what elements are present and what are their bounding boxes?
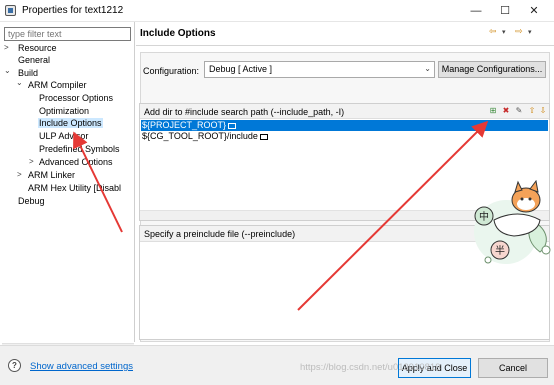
include-path-value: ${PROJECT_ROOT} xyxy=(142,120,227,130)
tree-item-label: ARM Linker xyxy=(28,170,76,180)
tree-item-debug[interactable]: Debug xyxy=(18,195,45,207)
chevron-down-icon: ⌄ xyxy=(424,64,431,73)
minimize-button[interactable]: — xyxy=(468,3,484,19)
configuration-select[interactable]: Debug [ Active ] ⌄ xyxy=(204,61,435,78)
configuration-value: Debug [ Active ] xyxy=(209,64,273,74)
back-icon[interactable]: ⇦ xyxy=(489,26,497,37)
tree-item-label: ARM Hex Utility [Disabl xyxy=(28,183,122,193)
tree-item-processor-options[interactable]: Processor Options xyxy=(39,92,113,104)
move-up-icon[interactable]: ⇧ xyxy=(527,106,537,116)
tree-item-label: General xyxy=(18,55,51,65)
manage-configurations-button[interactable]: Manage Configurations... xyxy=(438,61,546,78)
tree-item-ulp-advisor[interactable]: ULP Advisor xyxy=(39,130,88,142)
tree-item-include-options[interactable]: Include Options xyxy=(38,117,103,129)
tree-item-general[interactable]: General xyxy=(18,54,50,66)
preinclude-label: Specify a preinclude file (--preinclude) xyxy=(144,229,296,239)
tree-item-predefined-symbols[interactable]: Predefined Symbols xyxy=(39,143,120,155)
tree-item-label: Advanced Options xyxy=(39,157,113,167)
include-path-row[interactable]: ${CG_TOOL_ROOT}/include xyxy=(141,131,548,142)
header-divider xyxy=(136,45,554,46)
filter-input[interactable] xyxy=(4,27,131,41)
tree-item-label: Processor Options xyxy=(39,93,114,103)
tree-item-label: Include Options xyxy=(38,118,103,128)
dropdown-icon[interactable]: ▾ xyxy=(502,28,506,36)
include-path-row[interactable]: ${PROJECT_ROOT} xyxy=(141,120,548,131)
cancel-button[interactable]: Cancel xyxy=(478,358,548,378)
title-bar: Properties for text1212 — ☐ ✕ xyxy=(0,0,554,22)
dropdown-icon[interactable]: ▾ xyxy=(528,28,532,36)
delete-icon[interactable]: ✖ xyxy=(501,106,511,116)
expand-icon[interactable]: > xyxy=(29,156,34,168)
close-button[interactable]: ✕ xyxy=(526,3,542,19)
watermark-text: https://blog.csdn.net/u013910819 xyxy=(300,362,441,373)
tree-item-label: Predefined Symbols xyxy=(39,144,120,154)
maximize-button[interactable]: ☐ xyxy=(497,3,513,19)
add-icon[interactable]: ⊞ xyxy=(488,106,498,116)
forward-icon[interactable]: ⇨ xyxy=(515,26,523,37)
expand-icon[interactable]: > xyxy=(4,42,9,54)
sticker-text-bottom: 半 xyxy=(495,244,505,257)
page-navigation: ⇦ ▾ ⇨ ▾ xyxy=(489,26,551,40)
include-path-value: ${CG_TOOL_ROOT}/include xyxy=(142,131,258,141)
collapse-icon[interactable]: ⌄ xyxy=(16,77,23,89)
tree-item-label: ARM Compiler xyxy=(28,80,87,90)
include-path-header: Add dir to #include search path (--inclu… xyxy=(140,104,549,119)
tree-item-label: Optimization xyxy=(39,106,90,116)
variable-icon xyxy=(259,133,268,140)
sticker-text-top: 中 xyxy=(479,210,489,223)
property-tree-pane: > Resource General ⌄ Build ⌄ ARM Compile… xyxy=(0,22,135,352)
app-icon xyxy=(5,5,16,16)
collapse-icon[interactable]: ⌄ xyxy=(4,65,11,77)
move-down-icon[interactable]: ⇩ xyxy=(538,106,548,116)
dialog-button-bar: ? Show advanced settings Apply and Close… xyxy=(0,345,554,385)
tree-item-label: ULP Advisor xyxy=(39,131,89,141)
edit-icon[interactable]: ✎ xyxy=(514,106,524,116)
sticker-image: 中 半 xyxy=(474,180,551,264)
help-icon[interactable]: ? xyxy=(8,359,21,372)
tree-item-arm-hex-utility[interactable]: ARM Hex Utility [Disabl xyxy=(28,182,121,194)
expand-icon[interactable]: > xyxy=(17,169,22,181)
tree-item-label: Resource xyxy=(18,43,57,53)
show-advanced-settings-link[interactable]: Show advanced settings xyxy=(30,361,133,372)
page-title: Include Options xyxy=(140,28,216,39)
tree-item-optimization[interactable]: Optimization xyxy=(39,105,89,117)
tree-item-label: Debug xyxy=(18,196,45,206)
configuration-label: Configuration: xyxy=(143,66,200,76)
variable-icon xyxy=(228,122,237,129)
include-path-label: Add dir to #include search path (--inclu… xyxy=(144,107,345,117)
window-title: Properties for text1212 xyxy=(22,5,124,16)
